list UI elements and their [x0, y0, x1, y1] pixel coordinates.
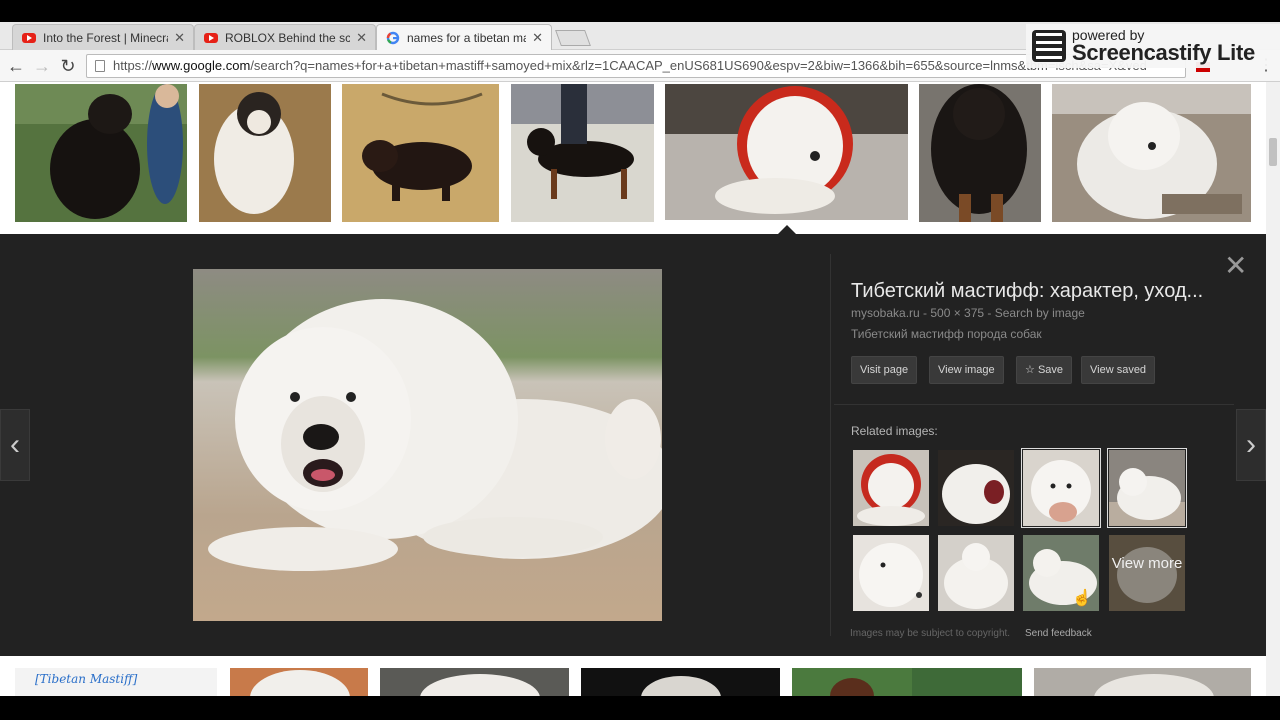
previous-image-button[interactable]: ‹: [0, 409, 30, 481]
scrollbar-thumb[interactable]: [1269, 138, 1277, 166]
related-image-selected[interactable]: [1107, 448, 1187, 528]
youtube-icon: [203, 30, 219, 46]
star-icon: ☆: [1025, 364, 1035, 376]
view-more-label: View more: [1109, 535, 1185, 611]
close-tab-icon[interactable]: ✕: [174, 30, 185, 46]
result-image[interactable]: [199, 84, 331, 222]
image-meta[interactable]: mysobaka.ru - 500 × 375 - Search by imag…: [851, 306, 1085, 320]
send-feedback-link[interactable]: Send feedback: [1025, 628, 1092, 639]
result-image[interactable]: [1052, 84, 1251, 222]
close-tab-icon[interactable]: ✕: [356, 30, 367, 46]
next-image-button[interactable]: ›: [1236, 409, 1266, 481]
result-image[interactable]: [919, 84, 1041, 222]
panel-separator: [834, 404, 1234, 405]
result-caption: [Tibetan Mastiff]: [35, 672, 138, 686]
related-image-selected[interactable]: [1021, 448, 1101, 528]
result-image[interactable]: [Tibetan Mastiff]: [15, 668, 217, 696]
visit-page-button[interactable]: Visit page: [851, 356, 918, 384]
tab-title: names for a tibetan mastiff: [407, 30, 526, 45]
page-scrollbar[interactable]: [1266, 82, 1280, 696]
result-image[interactable]: [380, 668, 569, 696]
page-icon: [95, 60, 105, 72]
image-detail-panel: ‹ › ✕ Тибетский мастифф: характер, уход.…: [0, 234, 1266, 656]
selected-pointer: [778, 225, 796, 234]
reload-button[interactable]: ↻: [58, 56, 78, 76]
related-image[interactable]: [853, 450, 929, 526]
result-image[interactable]: [15, 84, 187, 222]
film-icon: [1032, 30, 1066, 62]
result-image[interactable]: [230, 668, 368, 696]
tab-title: ROBLOX Behind the scenes: [225, 30, 350, 45]
result-image[interactable]: [511, 84, 654, 222]
close-tab-icon[interactable]: ✕: [532, 30, 543, 46]
view-more-button[interactable]: View more: [1109, 535, 1185, 611]
screencastify-watermark: powered by Screencastify Lite: [1026, 24, 1280, 68]
image-description: Тибетский мастифф порода собак: [851, 327, 1042, 341]
selected-image[interactable]: [193, 269, 662, 621]
result-image[interactable]: [792, 668, 1022, 696]
forward-button[interactable]: →: [32, 56, 52, 76]
tab-title: Into the Forest | Minecraft: [43, 30, 169, 45]
view-image-button[interactable]: View image: [929, 356, 1004, 384]
panel-divider: [830, 254, 831, 636]
new-tab-button[interactable]: [555, 30, 591, 46]
result-image[interactable]: [1034, 668, 1251, 696]
google-icon: [385, 30, 401, 46]
tab-google-images[interactable]: names for a tibetan mastiff ✕: [376, 24, 552, 50]
close-panel-icon[interactable]: ✕: [1224, 252, 1247, 280]
related-images-label: Related images:: [851, 424, 938, 438]
back-button[interactable]: ←: [6, 56, 26, 76]
view-saved-button[interactable]: View saved: [1081, 356, 1156, 384]
image-title[interactable]: Тибетский мастифф: характер, уход...: [851, 280, 1221, 303]
url-prefix: https://: [113, 58, 153, 73]
result-image[interactable]: [342, 84, 499, 222]
google-images-page: ‹ › ✕ Тибетский мастифф: характер, уход.…: [0, 82, 1266, 696]
address-bar[interactable]: https://www.google.com/search?q=names+fo…: [86, 54, 1186, 78]
save-label: Save: [1037, 364, 1064, 376]
related-image[interactable]: [853, 535, 929, 611]
result-image[interactable]: [665, 84, 908, 220]
url-path: /search?q=names+for+a+tibetan+mastiff+sa…: [250, 58, 1147, 73]
related-image[interactable]: [938, 450, 1014, 526]
related-image[interactable]: [938, 535, 1014, 611]
copyright-notice: Images may be subject to copyright.: [850, 628, 1011, 639]
save-button[interactable]: ☆ Save: [1016, 356, 1073, 384]
tab-roblox[interactable]: ROBLOX Behind the scenes ✕: [194, 24, 376, 50]
url-host: www.google.com: [152, 58, 251, 73]
watermark-brand: Screencastify Lite: [1072, 40, 1255, 65]
youtube-icon: [21, 30, 37, 46]
hand-cursor-icon: ☝: [1072, 590, 1092, 607]
tab-minecraft[interactable]: Into the Forest | Minecraft ✕: [12, 24, 194, 50]
result-image[interactable]: [581, 668, 780, 696]
screen: Into the Forest | Minecraft ✕ ROBLOX Beh…: [0, 0, 1280, 720]
